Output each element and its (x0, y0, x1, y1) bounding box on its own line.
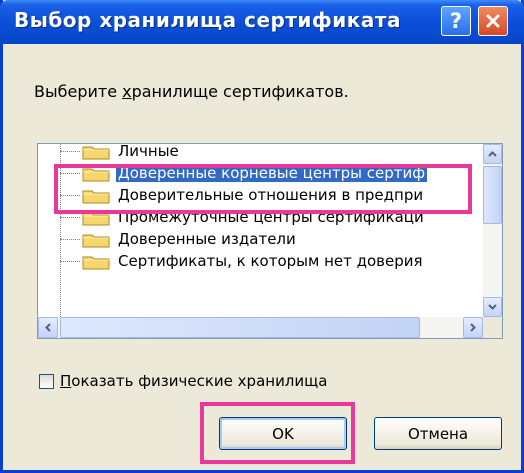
tree-branch (60, 151, 80, 152)
folder-icon (82, 234, 110, 248)
folder-icon (82, 212, 110, 226)
chevron-left-icon (45, 323, 51, 332)
help-button[interactable]: ? (441, 6, 471, 36)
tree-item-label: Промежуточные центры сертификаци (118, 208, 424, 226)
tree-viewport: Личные Доверенные корневые центры сертиф… (38, 144, 483, 317)
tree-item-label: Личные (118, 144, 179, 160)
checkbox-accesskey: П (60, 372, 72, 390)
tree-branch (60, 195, 80, 196)
tree-item[interactable]: Личные (38, 144, 483, 162)
prompt-text: Выберите хранилище сертификатов. (34, 82, 349, 101)
prompt-prefix: Выберите (34, 82, 123, 101)
help-icon: ? (449, 8, 463, 33)
tree-item-label: Доверенные корневые центры сертиф (114, 163, 429, 183)
close-button[interactable] (478, 6, 508, 36)
tree-branch (60, 239, 80, 240)
show-physical-stores-checkbox[interactable] (39, 373, 54, 389)
checkbox-label-rest: оказать физические хранилища (71, 372, 328, 390)
tree-item[interactable]: Сертификаты, к которым нет доверия (38, 250, 483, 272)
folder-icon (82, 146, 110, 160)
tree-item-label: Доверенные издатели (118, 230, 296, 248)
tree-item[interactable]: Промежуточные центры сертификаци (38, 206, 483, 228)
certificate-store-dialog: Выбор хранилища сертификата ? Выберите х… (0, 0, 524, 473)
horizontal-scroll-thumb[interactable] (60, 317, 420, 338)
cancel-button[interactable]: Отмена (374, 417, 502, 450)
prompt-suffix: ранилище сертификатов. (131, 82, 349, 101)
folder-icon (82, 256, 110, 270)
vertical-scrollbar[interactable] (483, 144, 502, 317)
prompt-accesskey: х (122, 82, 132, 101)
tree-item-selected[interactable]: Доверенные корневые центры сертиф (38, 162, 483, 184)
tree-item-label: Сертификаты, к которым нет доверия (118, 252, 423, 270)
scroll-down-button[interactable] (483, 297, 502, 317)
chevron-up-icon (488, 151, 497, 157)
show-physical-stores-label: Показать физические хранилища (60, 372, 327, 390)
tree-item[interactable]: Доверительные отношения в предпри (38, 184, 483, 206)
scroll-up-button[interactable] (483, 144, 502, 164)
scroll-right-button[interactable] (463, 317, 483, 338)
close-icon (486, 14, 500, 28)
show-physical-stores-option[interactable]: Показать физические хранилища (39, 372, 327, 390)
ok-button[interactable]: OK (219, 417, 347, 450)
tree-item[interactable]: Доверенные издатели (38, 228, 483, 250)
horizontal-scrollbar[interactable] (38, 317, 483, 338)
tree-branch (60, 173, 80, 174)
scrollbar-corner (483, 317, 502, 338)
window-title: Выбор хранилища сертификата (14, 8, 401, 32)
tree-branch (60, 217, 80, 218)
vertical-scroll-thumb[interactable] (483, 166, 502, 224)
tree-branch (60, 261, 80, 262)
chevron-right-icon (470, 323, 476, 332)
certificate-store-tree[interactable]: Личные Доверенные корневые центры сертиф… (37, 143, 503, 339)
tree-item-label: Доверительные отношения в предпри (118, 186, 424, 204)
folder-icon (82, 190, 110, 204)
folder-icon (82, 168, 110, 182)
chevron-down-icon (488, 304, 497, 310)
title-bar[interactable]: Выбор хранилища сертификата ? (0, 0, 524, 44)
scroll-left-button[interactable] (38, 317, 58, 338)
